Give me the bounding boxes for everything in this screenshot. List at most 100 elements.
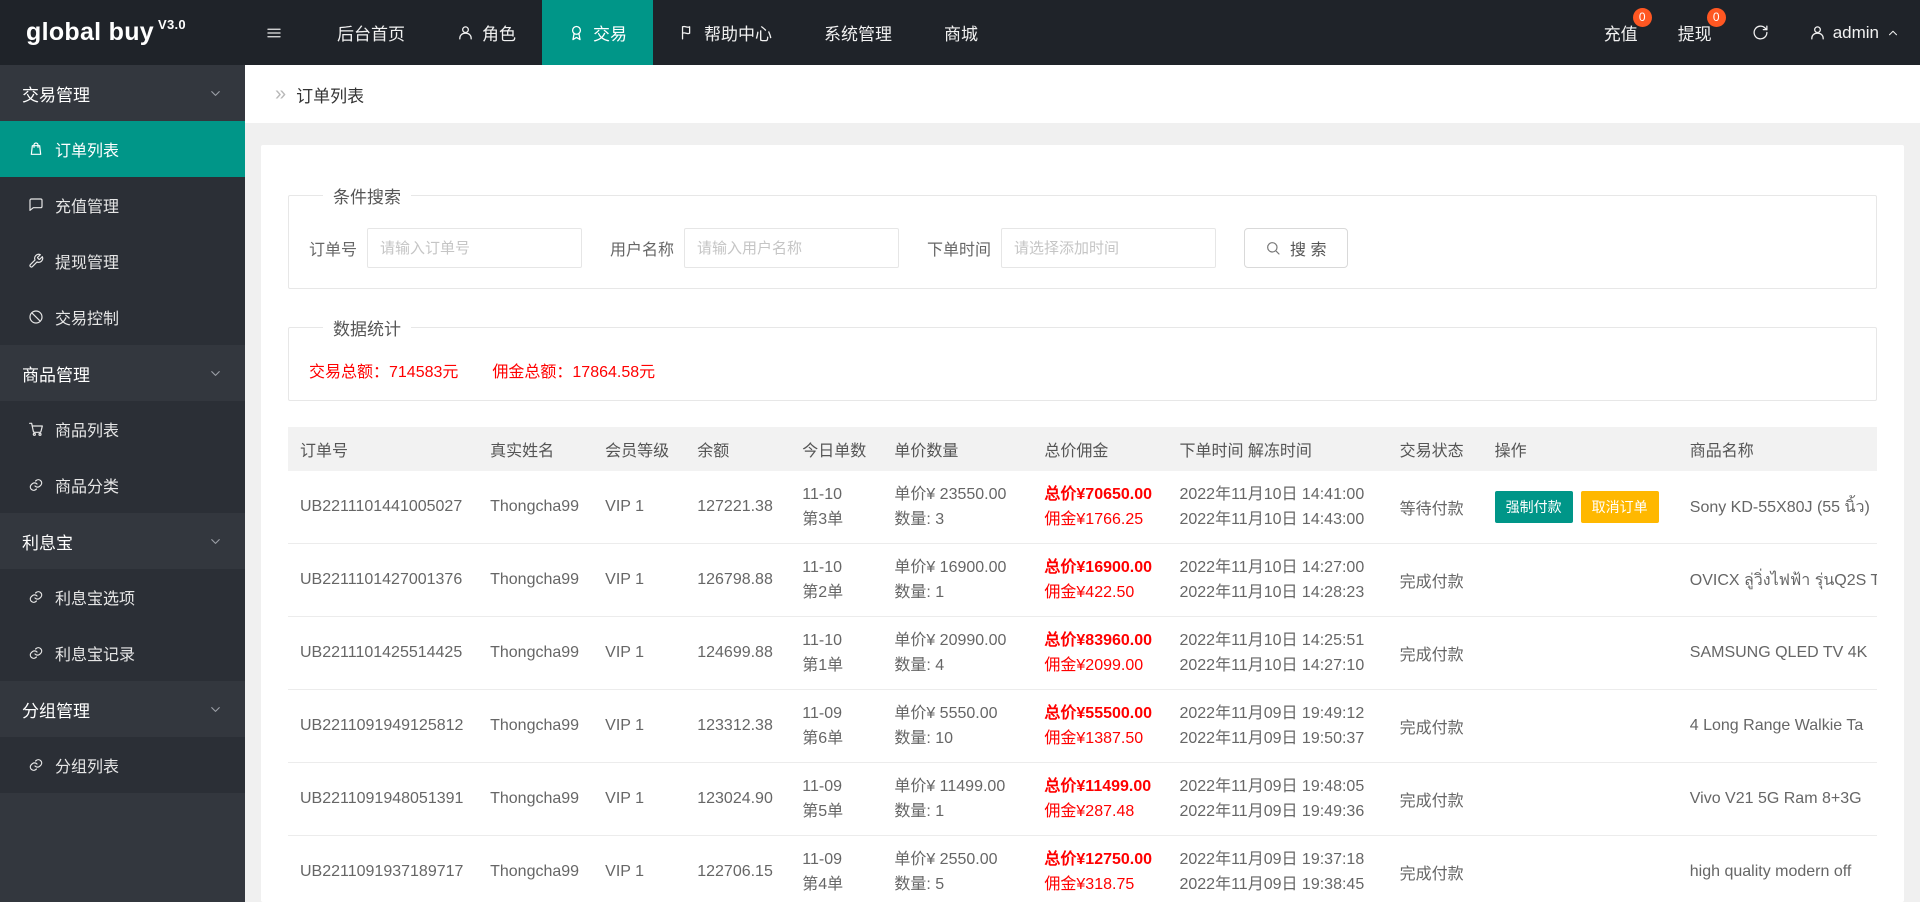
cell-times: 2022年11月09日 19:37:18 2022年11月09日 19:38:45 [1167, 835, 1388, 902]
unfreeze-time: 2022年11月09日 19:49:36 [1179, 803, 1365, 820]
cancel-order-button[interactable]: 取消订单 [1580, 491, 1659, 523]
commission: 佣金¥1766.25 [1044, 511, 1144, 528]
quantity: 数量: 1 [894, 584, 945, 601]
column-header-10: 商品名称 [1677, 427, 1877, 471]
column-header-0: 订单号 [288, 427, 479, 471]
sidebar-item-order-list[interactable]: 订单列表 [0, 121, 245, 177]
total-price: 总价¥11499.00 [1044, 778, 1152, 795]
cell-product: 4 Long Range Walkie Ta [1677, 689, 1877, 763]
order-no-input[interactable] [367, 228, 583, 268]
quantity: 数量: 4 [894, 657, 945, 674]
cell-unit-qty: 单价¥ 5550.00 数量: 10 [882, 689, 1033, 763]
sidebar-group-group-mgmt[interactable]: 分组管理 [0, 681, 245, 737]
nav-item-system[interactable]: 系统管理 [798, 0, 918, 65]
cell-actions: 强制付款 取消订单 [1482, 471, 1678, 544]
cell-times: 2022年11月10日 14:27:00 2022年11月10日 14:28:23 [1167, 543, 1388, 617]
sidebar-item-goods-category[interactable]: 商品分类 [0, 457, 245, 513]
search-label-order-time: 下单时间 [927, 242, 992, 259]
sidebar-item-recharge-mgmt[interactable]: 充值管理 [0, 177, 245, 233]
link-icon [28, 589, 44, 605]
sidebar-item-goods-list[interactable]: 商品列表 [0, 401, 245, 457]
recharge-nav-item[interactable]: 充值 0 [1584, 0, 1658, 65]
unfreeze-time: 2022年11月09日 19:50:37 [1179, 730, 1365, 747]
order-time: 2022年11月09日 19:49:12 [1179, 705, 1365, 722]
today-date: 11-10 [802, 632, 843, 649]
body-row: 交易管理订单列表充值管理提现管理交易控制 商品管理 商品列表 商品分类 利息宝 利息宝选项… [0, 65, 1920, 902]
nav-item-label: 帮助中心 [704, 25, 772, 44]
commission: 佣金¥1387.50 [1044, 730, 1144, 747]
sidebar-item-label: 提现管理 [55, 255, 120, 272]
today-seq: 第4单 [802, 876, 844, 893]
sidebar-item-interest-options[interactable]: 利息宝选项 [0, 569, 245, 625]
today-date: 11-09 [802, 851, 843, 868]
nav-item-trade[interactable]: 交易 [542, 0, 653, 65]
cell-real-name: Thongcha99 [478, 471, 594, 544]
unit-price: 单价¥ 23550.00 [894, 486, 1007, 503]
sidebar-item-trade-control[interactable]: 交易控制 [0, 289, 245, 345]
table-row: UB2211101425514425 Thongcha99 VIP 1 124699.… [288, 616, 1877, 690]
nav-item-label: 系统管理 [824, 25, 892, 44]
chevron-down-icon [208, 702, 223, 717]
cell-status: 完成付款 [1387, 616, 1483, 690]
today-seq: 第2单 [802, 584, 844, 601]
user-menu[interactable]: admin [1789, 0, 1920, 65]
refresh-button[interactable] [1732, 0, 1789, 65]
cell-balance: 123024.90 [685, 762, 791, 836]
table-row: UB2211091937189717 Thongcha99 VIP 1 122706.… [288, 835, 1877, 902]
cell-total-commission: 总价¥12750.00 佣金¥318.75 [1032, 835, 1168, 902]
search-field-order-no: 订单号 [309, 228, 583, 268]
cell-unit-qty: 单价¥ 16900.00 数量: 1 [882, 543, 1033, 617]
nav-item-label: 后台首页 [337, 25, 405, 44]
cell-actions [1482, 689, 1678, 763]
cell-real-name: Thongcha99 [478, 835, 594, 902]
sidebar-group-interest[interactable]: 利息宝 [0, 513, 245, 569]
user-name-input[interactable] [684, 228, 900, 268]
cell-real-name: Thongcha99 [478, 543, 594, 617]
order-time: 2022年11月10日 14:41:00 [1179, 486, 1365, 503]
sidebar-group-goods-mgmt[interactable]: 商品管理 [0, 345, 245, 401]
search-button[interactable]: 搜 索 [1244, 228, 1348, 268]
cell-today-count: 11-09 第6单 [790, 689, 883, 763]
total-price: 总价¥12750.00 [1044, 851, 1153, 868]
cell-unit-qty: 单价¥ 11499.00 数量: 1 [882, 762, 1033, 836]
column-header-9: 操作 [1482, 427, 1678, 471]
cell-product: OVICX ลู่วิ่งไฟฟ้า รุ่นQ2S T [1677, 543, 1877, 617]
cell-real-name: Thongcha99 [478, 616, 594, 690]
nav-item-home[interactable]: 后台首页 [311, 0, 431, 65]
nav-item-role[interactable]: 角色 [431, 0, 542, 65]
withdraw-nav-item[interactable]: 提现 0 [1658, 0, 1732, 65]
nav-item-help[interactable]: 帮助中心 [653, 0, 798, 65]
today-date: 11-09 [802, 705, 843, 722]
unit-price: 单价¥ 16900.00 [894, 559, 1007, 576]
nav-item-mall[interactable]: 商城 [918, 0, 1004, 65]
recharge-badge: 0 [1632, 8, 1652, 27]
total-price: 总价¥55500.00 [1044, 705, 1153, 722]
sidebar-item-withdraw-mgmt[interactable]: 提现管理 [0, 233, 245, 289]
stat-total-commission: 佣金总额：17864.58元 [492, 364, 656, 381]
sidebar-item-label: 充值管理 [55, 199, 120, 216]
cell-actions [1482, 835, 1678, 902]
order-time-input[interactable] [1001, 228, 1217, 268]
force-pay-button[interactable]: 强制付款 [1494, 491, 1573, 523]
cell-vip-level: VIP 1 [593, 835, 686, 902]
today-seq: 第5单 [802, 803, 844, 820]
sidebar-item-interest-records[interactable]: 利息宝记录 [0, 625, 245, 681]
unit-price: 单价¥ 20990.00 [894, 632, 1007, 649]
brand-logo: global buy V3.0 [0, 0, 245, 65]
chevron-down-icon [208, 534, 223, 549]
cell-status: 完成付款 [1387, 543, 1483, 617]
cell-balance: 127221.38 [685, 471, 791, 544]
sidebar-item-group-list[interactable]: 分组列表 [0, 737, 245, 793]
hamburger-menu-icon[interactable] [245, 0, 303, 65]
cell-real-name: Thongcha99 [478, 762, 594, 836]
link-icon [28, 645, 44, 661]
cell-actions [1482, 543, 1678, 617]
table-row: UB2211091949125812 Thongcha99 VIP 1 123312.… [288, 689, 1877, 763]
cell-total-commission: 总价¥16900.00 佣金¥422.50 [1032, 543, 1168, 617]
cell-vip-level: VIP 1 [593, 762, 686, 836]
sidebar-group-label: 交易管理 [22, 85, 90, 105]
search-legend: 条件搜索 [333, 188, 401, 207]
sidebar-group-trade-mgmt[interactable]: 交易管理 [0, 65, 245, 121]
cell-status: 等待付款 [1387, 471, 1483, 544]
menu-icon [265, 24, 283, 42]
